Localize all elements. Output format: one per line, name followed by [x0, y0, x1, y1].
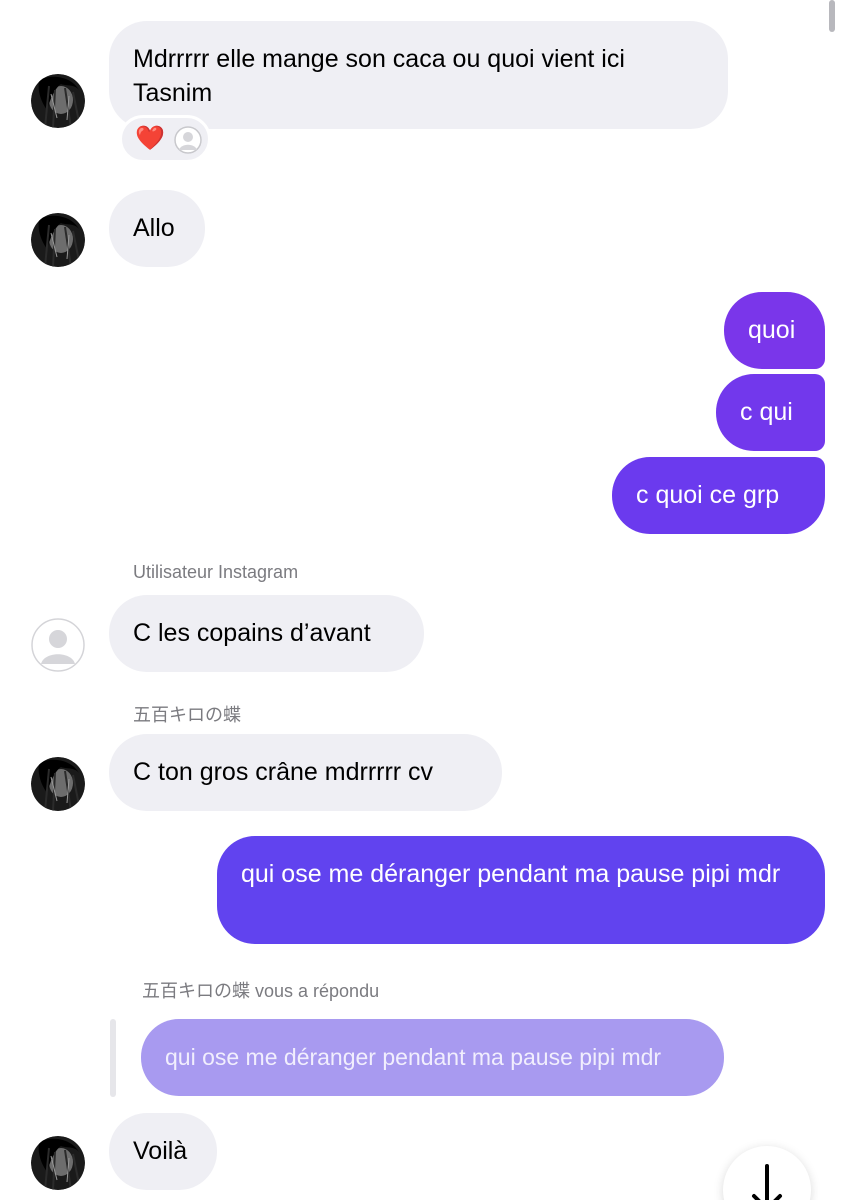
quoted-message-bubble[interactable]: qui ose me déranger pendant ma pause pip… — [141, 1019, 724, 1096]
default-user-icon — [174, 126, 202, 154]
message-text: C les copains d’avant — [133, 619, 371, 647]
message-text: c qui — [740, 398, 793, 426]
incoming-message-bubble[interactable]: C les copains d’avant — [109, 595, 424, 672]
message-text: Mdrrrrr elle mange son caca ou quoi vien… — [133, 45, 625, 107]
message-text: Allo — [133, 214, 175, 242]
outgoing-message-bubble[interactable]: quoi — [724, 292, 825, 369]
reply-indicator-bar — [110, 1019, 116, 1097]
reaction-badge[interactable]: ❤️ — [119, 115, 211, 163]
incoming-message-bubble[interactable]: Voilà — [109, 1113, 217, 1190]
message-text: quoi — [748, 316, 796, 344]
avatar[interactable] — [31, 74, 85, 128]
chat-screen: Mdrrrrr elle mange son caca ou quoi vien… — [0, 0, 841, 1200]
scrollbar[interactable] — [829, 0, 835, 32]
arrow-down-icon — [752, 1164, 782, 1200]
dark-hair-avatar-icon — [31, 1136, 85, 1190]
avatar[interactable] — [31, 757, 85, 811]
sender-name: 五百キロの蝶 — [133, 705, 241, 725]
outgoing-message-bubble[interactable]: c qui — [716, 374, 825, 451]
message-text: c quoi ce grp — [636, 481, 780, 509]
dark-hair-avatar-icon — [31, 213, 85, 267]
incoming-message-bubble[interactable]: C ton gros crâne mdrrrrr cv — [109, 734, 502, 811]
message-text: qui ose me déranger pendant ma pause pip… — [241, 860, 781, 888]
message-text: C ton gros crâne mdrrrrr cv — [133, 758, 434, 786]
heart-reaction-icon: ❤️ — [135, 125, 165, 152]
sender-name: Utilisateur Instagram — [133, 562, 299, 582]
dark-hair-avatar-icon — [31, 74, 85, 128]
avatar[interactable] — [31, 213, 85, 267]
reply-label: 五百キロの蝶 vous a répondu — [142, 981, 380, 1001]
outgoing-message-bubble[interactable]: c quoi ce grp — [612, 457, 825, 534]
incoming-message-bubble[interactable]: Allo — [109, 190, 205, 267]
quoted-text: qui ose me déranger pendant ma pause pip… — [165, 1044, 662, 1070]
avatar[interactable] — [31, 1136, 85, 1190]
incoming-message-bubble[interactable]: Mdrrrrr elle mange son caca ou quoi vien… — [109, 21, 728, 129]
scroll-to-bottom-button[interactable] — [723, 1146, 811, 1200]
avatar[interactable] — [31, 618, 85, 672]
default-user-icon — [31, 618, 85, 672]
message-text: Voilà — [133, 1137, 188, 1165]
outgoing-message-bubble[interactable]: qui ose me déranger pendant ma pause pip… — [217, 836, 825, 944]
reactor-avatar — [174, 126, 202, 154]
dark-hair-avatar-icon — [31, 757, 85, 811]
